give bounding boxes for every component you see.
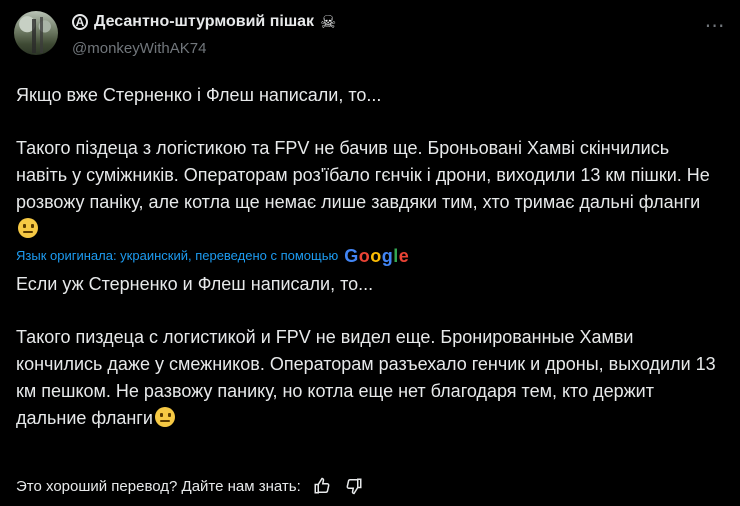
author-name-row[interactable]: A Десантно-штурмовий пішак ☠ (72, 12, 336, 32)
translated-paragraph-2: Такого пиздеца с логистикой и FPV не вид… (16, 324, 722, 432)
thumbs-down-icon[interactable] (343, 475, 365, 497)
translation-notice-text[interactable]: Язык оригинала: украинский, переведено с… (16, 247, 338, 265)
neutral-face-emoji-icon (18, 218, 38, 238)
original-paragraph-2: Такого піздеца з логістикою та FPV не ба… (16, 135, 722, 243)
translated-paragraph-1: Если уж Стерненко и Флеш написали, то... (16, 274, 374, 294)
author-handle[interactable]: @monkeyWithAK74 (72, 40, 206, 57)
author-display-name[interactable]: Десантно-штурмовий пішак (94, 13, 314, 31)
translated-paragraph-2-text: Такого пиздеца с логистикой и FPV не вид… (16, 327, 716, 428)
thumbs-up-icon[interactable] (311, 475, 333, 497)
google-logo-icon: Google (344, 246, 410, 266)
original-paragraph-1: Якщо вже Стерненко і Флеш написали, то..… (16, 85, 382, 105)
feedback-question: Это хороший перевод? Дайте нам знать: (16, 477, 301, 495)
post-content: Якщо вже Стерненко і Флеш написали, то..… (16, 82, 722, 432)
more-horizontal-icon: ⋯ (704, 14, 726, 37)
skull-icon: ☠ (320, 12, 337, 32)
avatar[interactable] (14, 11, 58, 55)
more-options-button[interactable]: ⋯ (704, 14, 726, 37)
translation-feedback: Это хороший перевод? Дайте нам знать: (16, 475, 365, 497)
original-paragraph-2-text: Такого піздеца з логістикою та FPV не ба… (16, 138, 710, 212)
translation-notice-row[interactable]: Язык оригинала: украинский, переведено с… (16, 247, 722, 265)
neutral-face-emoji-icon (154, 407, 175, 427)
anarchy-icon: A (72, 14, 88, 30)
